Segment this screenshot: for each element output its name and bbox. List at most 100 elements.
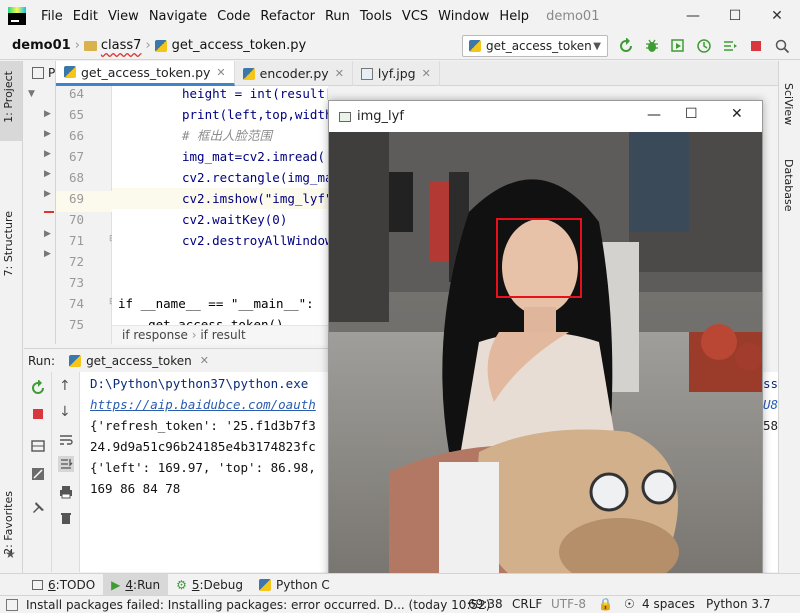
status-bar: Install packages failed: Installing pack…: [0, 595, 800, 613]
menu-edit[interactable]: Edit: [68, 9, 103, 24]
image-viewer-window[interactable]: img_lyf — ☐ ✕: [328, 100, 763, 587]
stop-icon[interactable]: [30, 406, 46, 422]
close-tab-icon[interactable]: ✕: [216, 66, 225, 79]
folder-icon: [83, 40, 97, 51]
tab-python-console[interactable]: Python C: [251, 578, 338, 592]
breadcrumb-project[interactable]: demo01: [8, 38, 75, 53]
menu-window[interactable]: Window: [433, 9, 494, 24]
print-icon[interactable]: [58, 484, 74, 500]
tab-run[interactable]: ▶ 4: Run: [103, 573, 169, 596]
menu-run[interactable]: Run: [320, 9, 355, 24]
project-view-icon: [32, 67, 44, 79]
event-log-icon[interactable]: [6, 598, 18, 611]
collapse-arrow-icon[interactable]: ▶: [44, 249, 51, 259]
collapse-arrow-icon[interactable]: ▶: [44, 149, 51, 159]
line-separator[interactable]: CRLF: [512, 597, 542, 611]
tab-encoder[interactable]: encoder.py ✕: [235, 61, 353, 86]
close-window-button[interactable]: ✕: [756, 0, 798, 32]
menu-file[interactable]: File: [36, 9, 68, 24]
code-line: cv2.waitKey(0): [182, 212, 288, 227]
code-line: cv2.rectangle(img_mat,(left,top),(left+w…: [182, 170, 328, 185]
image-window-titlebar[interactable]: img_lyf — ☐ ✕: [329, 101, 762, 132]
file-encoding[interactable]: UTF-8: [551, 597, 586, 611]
line-number: 73: [68, 275, 84, 290]
project-panel: P ▼ ▶ ▶ ▶ ▶ ▶ ▶ ▶: [24, 61, 56, 344]
arrow-up-icon[interactable]: ↑: [59, 378, 71, 394]
menu-refactor[interactable]: Refactor: [255, 9, 320, 24]
code-editor[interactable]: height = int(result['face_list'][0]['loc…: [112, 86, 328, 344]
code-breadcrumb-item[interactable]: if result: [200, 328, 245, 342]
run-coverage-icon[interactable]: [670, 38, 686, 54]
window-title: demo01: [546, 8, 600, 24]
stop-icon[interactable]: [748, 38, 764, 54]
code-breadcrumb-item[interactable]: if response: [122, 328, 188, 342]
dropdown-arrow-icon: ▼: [593, 40, 601, 52]
menu-view[interactable]: View: [103, 9, 144, 24]
structure-tool-tab[interactable]: 7: Structure: [2, 211, 15, 276]
code-line-current: cv2.imshow("img_lyf",img_mat): [112, 188, 328, 209]
menu-tools[interactable]: Tools: [355, 9, 397, 24]
tab-todo[interactable]: 6: TODO: [24, 578, 103, 592]
project-tool-tab[interactable]: 1: Project: [2, 71, 15, 123]
database-tool-tab[interactable]: Database: [782, 159, 795, 212]
minimize-button[interactable]: —: [672, 0, 714, 32]
debug-icon[interactable]: [644, 38, 660, 54]
tab-get-access-token[interactable]: get_access_token.py ✕: [56, 61, 235, 86]
breadcrumb-folder[interactable]: class7: [80, 38, 146, 53]
profile-icon[interactable]: [696, 38, 712, 54]
scroll-to-end-icon[interactable]: [58, 456, 74, 472]
line-number: 64: [68, 86, 84, 101]
rerun-icon[interactable]: [618, 38, 634, 54]
indent-setting[interactable]: 4 spaces: [642, 597, 695, 611]
run-concurrency-icon[interactable]: [722, 38, 738, 54]
console-output[interactable]: D:\Python\python37\python.exe https://ai…: [80, 372, 328, 572]
settings-icon[interactable]: [30, 466, 46, 482]
soft-wrap-icon[interactable]: [58, 432, 74, 448]
photo-image: [329, 132, 762, 586]
sciview-tool-tab[interactable]: SciView: [782, 83, 795, 125]
collapse-arrow-icon[interactable]: ▶: [44, 109, 51, 119]
collapse-arrow-icon[interactable]: ▶: [44, 169, 51, 179]
console-output-overflow: ss U8 58: [763, 372, 778, 572]
collapse-arrow-icon[interactable]: ▶: [44, 129, 51, 139]
menu-vcs[interactable]: VCS: [397, 9, 433, 24]
rerun-icon[interactable]: [30, 380, 46, 396]
close-tab-icon[interactable]: ✕: [422, 67, 431, 80]
maximize-button[interactable]: ☐: [714, 0, 756, 32]
run-tab-label[interactable]: get_access_token: [86, 354, 192, 368]
arrow-down-icon[interactable]: ↓: [59, 404, 71, 420]
favorites-tool-tab[interactable]: 2: Favorites: [2, 491, 15, 555]
collapse-arrow-icon[interactable]: ▶: [44, 189, 51, 199]
debug-icon: ⚙: [176, 577, 187, 592]
line-number: 72: [68, 254, 84, 269]
run-config-select[interactable]: get_access_token ▼: [462, 35, 608, 57]
line-number: 67: [68, 149, 84, 164]
menu-help[interactable]: Help: [494, 9, 534, 24]
close-tab-icon[interactable]: ✕: [200, 354, 209, 367]
collapse-arrow-icon[interactable]: ▶: [44, 229, 51, 239]
menu-code[interactable]: Code: [212, 9, 255, 24]
close-window-button[interactable]: ✕: [731, 106, 743, 122]
expand-arrow-icon[interactable]: ▼: [28, 89, 35, 99]
caret-position[interactable]: 69:38: [468, 597, 503, 611]
console-link[interactable]: https://aip.baidubce.com/oauth: [90, 397, 316, 412]
tab-lyf-jpg[interactable]: lyf.jpg ✕: [353, 61, 440, 86]
minimize-button[interactable]: —: [647, 107, 661, 123]
status-message[interactable]: Install packages failed: Installing pack…: [26, 598, 490, 612]
menu-navigate[interactable]: Navigate: [144, 9, 212, 24]
tab-debug[interactable]: ⚙ 5: Debug: [168, 578, 251, 592]
maximize-button[interactable]: ☐: [685, 106, 698, 122]
code-line: print(left,top,width,height): [182, 107, 328, 122]
tab-label: get_access_token.py: [81, 64, 211, 80]
tool-tab-num: 5: [191, 577, 200, 592]
search-everywhere-icon[interactable]: [774, 38, 790, 54]
python-file-icon: [64, 66, 76, 78]
python-interpreter[interactable]: Python 3.7: [706, 597, 771, 611]
pin-icon[interactable]: [30, 500, 46, 516]
breadcrumb-file[interactable]: get_access_token.py: [151, 38, 311, 53]
trash-icon[interactable]: [58, 510, 74, 526]
close-tab-icon[interactable]: ✕: [335, 67, 344, 80]
lock-icon[interactable]: 🔒: [598, 597, 613, 611]
layout-icon[interactable]: [30, 438, 46, 454]
